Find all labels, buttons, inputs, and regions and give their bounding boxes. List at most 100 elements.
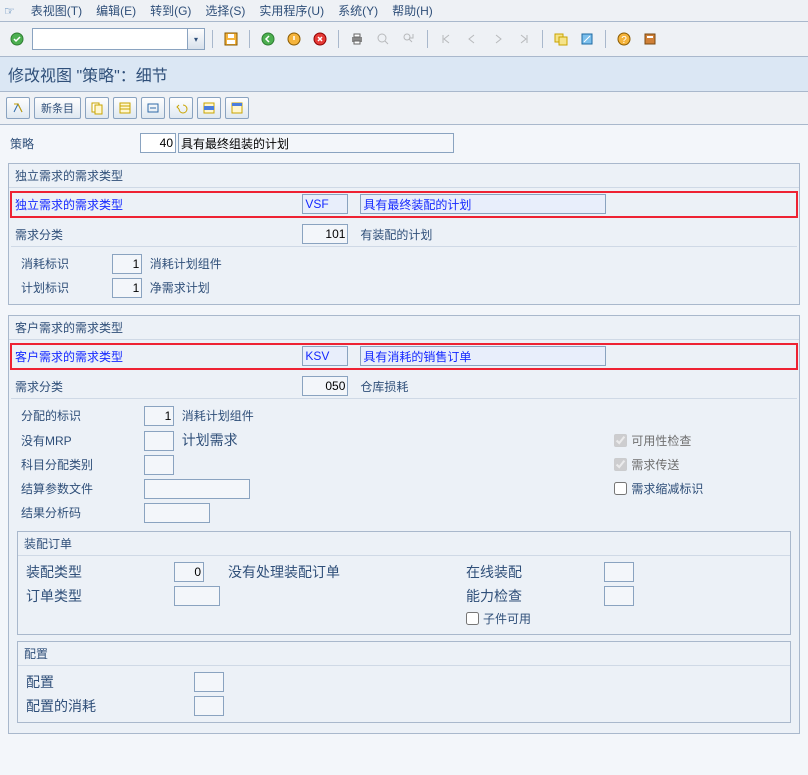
g2-r7-label: 结果分析码 bbox=[21, 504, 141, 521]
chk-component-avail[interactable] bbox=[466, 612, 479, 625]
g1-r2-desc: 有装配的计划 bbox=[360, 228, 432, 242]
g2-r7-code[interactable] bbox=[144, 503, 210, 523]
group-title-1: 独立需求的需求类型 bbox=[9, 164, 799, 188]
g2-r1-code[interactable] bbox=[302, 346, 348, 366]
print-icon[interactable] bbox=[346, 28, 368, 50]
g4-r2-label: 配置的消耗 bbox=[26, 698, 96, 714]
menu-bar: ☞ 表视图(T) 编辑(E) 转到(G) 选择(S) 实用程序(U) 系统(Y)… bbox=[0, 0, 808, 22]
g2-r6-code[interactable] bbox=[144, 479, 250, 499]
cancel-icon[interactable] bbox=[309, 28, 331, 50]
menu-utilities[interactable]: 实用程序(U) bbox=[259, 2, 324, 19]
window-title: 修改视图 "策略"：细节 bbox=[0, 57, 808, 92]
menu-edit[interactable]: 编辑(E) bbox=[96, 2, 136, 19]
first-icon bbox=[435, 28, 457, 50]
g4-r2-code[interactable] bbox=[194, 696, 224, 716]
g2-r4-desc: 计划需求 bbox=[182, 432, 238, 448]
g1-r3-label: 消耗标识 bbox=[21, 257, 69, 271]
command-field[interactable] bbox=[32, 28, 188, 50]
g4-r1-code[interactable] bbox=[194, 672, 224, 692]
g3-r1-label: 装配类型 bbox=[26, 564, 82, 580]
group-independent-requirements: 独立需求的需求类型 独立需求的需求类型 需求分类 有装配的计划 bbox=[8, 163, 800, 305]
g3-c1-label: 在线装配 bbox=[466, 564, 522, 580]
chk-availability bbox=[614, 434, 627, 447]
new-entries-button[interactable]: 新条目 bbox=[34, 97, 81, 119]
g1-r2-label: 需求分类 bbox=[15, 228, 63, 242]
menu-table-view[interactable]: 表视图(T) bbox=[31, 2, 82, 19]
g1-r3-desc: 消耗计划组件 bbox=[150, 257, 222, 271]
subgroup-assembly-title: 装配订单 bbox=[18, 532, 790, 556]
subgroup-configuration: 配置 配置 配置的消耗 bbox=[17, 641, 791, 723]
new-session-icon[interactable] bbox=[550, 28, 572, 50]
layout-icon[interactable] bbox=[639, 28, 661, 50]
g1-r1-label: 独立需求的需求类型 bbox=[15, 198, 123, 212]
strategy-code-field[interactable] bbox=[140, 133, 176, 153]
g3-c1-code[interactable] bbox=[604, 562, 634, 582]
table-settings-icon[interactable] bbox=[225, 97, 249, 119]
menu-goto[interactable]: 转到(G) bbox=[150, 2, 191, 19]
g3-r1-desc: 没有处理装配订单 bbox=[228, 564, 340, 580]
svg-text:?: ? bbox=[621, 35, 627, 46]
toggle-display-icon[interactable] bbox=[6, 97, 30, 119]
copy-as-icon[interactable] bbox=[85, 97, 109, 119]
g1-r4-label: 计划标识 bbox=[21, 281, 69, 295]
app-toolbar: 新条目 bbox=[0, 92, 808, 125]
g1-r4-code bbox=[112, 278, 142, 298]
g2-r2-desc: 仓库损耗 bbox=[360, 380, 408, 394]
highlight-row-ksv: 客户需求的需求类型 bbox=[11, 344, 797, 369]
g2-r6-label: 结算参数文件 bbox=[21, 480, 141, 497]
variant-icon[interactable] bbox=[113, 97, 137, 119]
g3-r2-code[interactable] bbox=[174, 586, 220, 606]
chk-reqtransfer bbox=[614, 458, 627, 471]
group-customer-requirements: 客户需求的需求类型 客户需求的需求类型 需求分类 仓库损耗 bbox=[8, 315, 800, 734]
find-icon bbox=[372, 28, 394, 50]
g2-r5-label: 科目分配类别 bbox=[21, 456, 141, 473]
g2-r1-label: 客户需求的需求类型 bbox=[15, 350, 123, 364]
content-area: 策略 独立需求的需求类型 独立需求的需求类型 需求分类 有装配的计划 bbox=[0, 125, 808, 775]
g2-r5-code[interactable] bbox=[144, 455, 174, 475]
g2-r2-code bbox=[302, 376, 348, 396]
chk-reduction[interactable] bbox=[614, 482, 627, 495]
system-toolbar: ▾ ? bbox=[0, 22, 808, 57]
g3-r1-code[interactable] bbox=[174, 562, 204, 582]
g1-r2-code bbox=[302, 224, 348, 244]
g2-r3-code bbox=[144, 406, 174, 426]
group-title-2: 客户需求的需求类型 bbox=[9, 316, 799, 340]
last-icon bbox=[513, 28, 535, 50]
chk-reqtransfer-label: 需求传送 bbox=[631, 456, 679, 473]
menu-select[interactable]: 选择(S) bbox=[205, 2, 245, 19]
save-icon[interactable] bbox=[220, 28, 242, 50]
subgroup-assembly: 装配订单 装配类型 没有处理装配订单 在线装配 订单类型 bbox=[17, 531, 791, 635]
menu-system[interactable]: 系统(Y) bbox=[338, 2, 378, 19]
prev-icon bbox=[461, 28, 483, 50]
g2-r4-code[interactable] bbox=[144, 431, 174, 451]
strategy-desc-field bbox=[178, 133, 454, 153]
g1-r1-desc bbox=[360, 194, 606, 214]
g2-r4-label: 没有MRP bbox=[21, 432, 141, 449]
g2-r3-desc: 消耗计划组件 bbox=[182, 409, 254, 423]
g1-r1-code[interactable] bbox=[302, 194, 348, 214]
chk-availability-label: 可用性检查 bbox=[631, 432, 691, 449]
exit-icon[interactable] bbox=[283, 28, 305, 50]
g2-r1-desc bbox=[360, 346, 606, 366]
delimit-icon[interactable] bbox=[141, 97, 165, 119]
undo-icon[interactable] bbox=[169, 97, 193, 119]
strategy-label: 策略 bbox=[10, 135, 140, 152]
help-icon[interactable]: ? bbox=[613, 28, 635, 50]
chk-reduction-label: 需求缩减标识 bbox=[631, 480, 703, 497]
shortcut-icon[interactable] bbox=[576, 28, 598, 50]
g2-r2-label: 需求分类 bbox=[15, 380, 63, 394]
back-icon[interactable] bbox=[257, 28, 279, 50]
find-next-icon bbox=[398, 28, 420, 50]
g4-r1-label: 配置 bbox=[26, 674, 54, 690]
menu-help[interactable]: 帮助(H) bbox=[392, 2, 433, 19]
delete-row-icon[interactable] bbox=[197, 97, 221, 119]
g1-r4-desc: 净需求计划 bbox=[150, 281, 210, 295]
g1-r3-code bbox=[112, 254, 142, 274]
subgroup-config-title: 配置 bbox=[18, 642, 790, 666]
command-dropdown-icon[interactable]: ▾ bbox=[188, 28, 205, 50]
next-icon bbox=[487, 28, 509, 50]
strategy-row: 策略 bbox=[8, 133, 800, 153]
g2-r3-label: 分配的标识 bbox=[21, 407, 141, 424]
ok-icon[interactable] bbox=[6, 28, 28, 50]
g3-c2-code[interactable] bbox=[604, 586, 634, 606]
